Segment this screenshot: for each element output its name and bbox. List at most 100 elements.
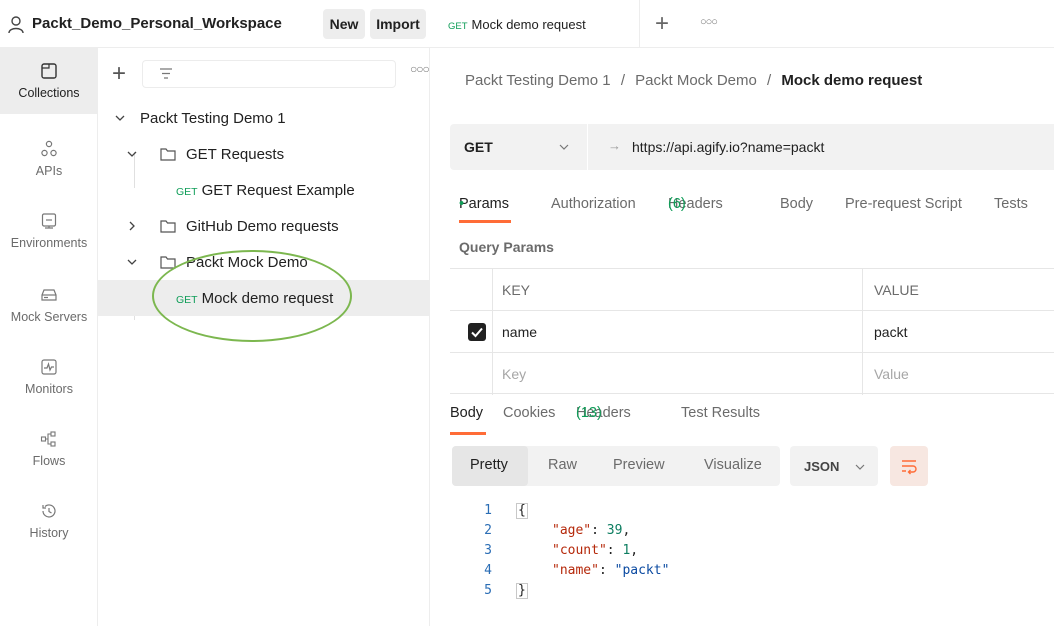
rail-label: Monitors [25, 382, 73, 396]
filter-search-input[interactable] [142, 60, 396, 88]
response-headers-count: (13) [576, 405, 602, 421]
query-params-title: Query Params [459, 239, 554, 255]
new-tab-button[interactable]: + [655, 10, 669, 38]
format-raw[interactable]: Raw [548, 457, 577, 473]
active-tab-underline [459, 220, 511, 223]
breadcrumb-sep: / [767, 72, 772, 89]
tab-label: Mock demo request [471, 16, 586, 32]
monitors-icon [41, 359, 57, 375]
rail-item-monitors[interactable]: Monitors [0, 344, 98, 410]
rail-item-collections[interactable]: Collections [0, 48, 98, 114]
format-toggle: Pretty Raw Preview Visualize [452, 446, 780, 486]
tab-tests[interactable]: Tests [994, 196, 1028, 212]
apis-icon [41, 140, 57, 157]
wrap-lines-button[interactable] [890, 446, 928, 486]
line-number: 2 [484, 523, 492, 538]
folder-name: GitHub Demo requests [186, 217, 339, 235]
code-line: "name": "packt" [552, 563, 670, 578]
collection-name: Packt Testing Demo 1 [140, 109, 286, 127]
format-visualize[interactable]: Visualize [704, 457, 762, 473]
filter-icon [160, 68, 172, 79]
breadcrumb-current: Mock demo request [781, 72, 923, 89]
active-response-tab-underline [450, 432, 486, 435]
chevron-down-icon [559, 144, 569, 150]
wrap-lines-icon [902, 460, 917, 475]
col-value-header: VALUE [874, 282, 919, 298]
new-key-input[interactable]: Key [502, 366, 526, 382]
add-collection-button[interactable]: + [112, 62, 126, 86]
code-line: "age": 39, [552, 523, 631, 538]
highlight-circle [152, 250, 352, 342]
method-badge: GET [448, 20, 468, 32]
params-dot: • [459, 196, 465, 212]
workspace-header: Packt_Demo_Personal_Workspace New Import [0, 0, 430, 48]
url-input[interactable]: https://api.agify.io?name=packt [632, 139, 824, 155]
tab-params-label: Params [459, 196, 509, 212]
chevron-down-icon [115, 115, 125, 121]
import-button[interactable]: Import [370, 9, 426, 39]
rail-label: Collections [18, 86, 80, 100]
method-badge: GET [176, 185, 198, 198]
user-icon [8, 16, 24, 34]
rail-item-flows[interactable]: Flows [0, 416, 98, 482]
rail-label: Flows [32, 454, 66, 468]
sidebar-rail: Collections APIs Environments Mock Serve… [0, 48, 98, 626]
param-key-field[interactable]: name [502, 324, 537, 340]
line-number: 4 [484, 563, 492, 578]
code-line: "count": 1, [552, 543, 639, 558]
tab-response-body[interactable]: Body [450, 405, 483, 421]
folder-icon [160, 220, 176, 233]
breadcrumb-folder[interactable]: Packt Mock Demo [635, 72, 757, 89]
language-select[interactable]: JSON [790, 446, 878, 486]
rail-label: Mock Servers [10, 310, 88, 324]
breadcrumb-collection[interactable]: Packt Testing Demo 1 [465, 72, 611, 89]
tab-mock-demo-request[interactable]: GET Mock demo request [444, 0, 640, 48]
collections-icon [41, 63, 57, 79]
brace-open: { [516, 503, 528, 519]
folder-name: GET Requests [186, 145, 285, 163]
code-line: { [516, 503, 528, 519]
rail-label: APIs [35, 164, 63, 178]
headers-count: (6) [668, 196, 686, 212]
chevron-down-icon [855, 464, 865, 470]
json-key: "count" [552, 543, 607, 558]
tab-test-results[interactable]: Test Results [681, 405, 760, 421]
json-value: "packt" [614, 563, 670, 578]
param-value-field[interactable]: packt [874, 324, 907, 340]
format-preview[interactable]: Preview [613, 457, 665, 473]
table-row-empty: Key Value [450, 352, 1054, 395]
method-select[interactable]: GET [450, 124, 588, 170]
language-value: JSON [804, 459, 840, 474]
tab-body[interactable]: Body [780, 196, 813, 212]
json-key: "age" [552, 523, 592, 538]
folder-row-github[interactable]: GitHub Demo requests [98, 208, 430, 244]
rail-item-apis[interactable]: APIs [0, 126, 98, 192]
breadcrumb-sep: / [620, 72, 625, 89]
col-key-header: KEY [502, 282, 531, 298]
request-name: GET Request Example [201, 181, 355, 199]
line-number: 5 [484, 583, 492, 598]
request-row-get-example[interactable]: GET GET Request Example [98, 172, 430, 208]
environments-icon [41, 213, 57, 229]
folder-row-get-requests[interactable]: GET Requests [98, 136, 430, 172]
flows-icon [40, 431, 56, 447]
rail-item-environments[interactable]: Environments [0, 198, 98, 264]
chevron-down-icon [127, 151, 137, 157]
table-header-row: KEY VALUE [450, 268, 1054, 311]
workspace-name[interactable]: Packt_Demo_Personal_Workspace [32, 15, 282, 32]
tab-more-icon[interactable]: ○○○ [700, 16, 718, 28]
history-icon [42, 504, 56, 518]
format-pretty[interactable]: Pretty [470, 457, 508, 473]
method-value: GET [464, 139, 493, 155]
new-button[interactable]: New [323, 9, 365, 39]
rail-item-history[interactable]: History [0, 488, 98, 554]
param-checkbox[interactable] [468, 323, 486, 341]
chevron-right-icon [129, 221, 135, 231]
rail-item-mock-servers[interactable]: Mock Servers [0, 272, 98, 338]
tab-prerequest-script[interactable]: Pre-request Script [845, 196, 962, 212]
new-value-input[interactable]: Value [874, 366, 909, 382]
more-options-icon[interactable]: ○○○ [410, 62, 430, 76]
tab-authorization[interactable]: Authorization [551, 196, 636, 212]
tab-cookies[interactable]: Cookies [503, 405, 555, 421]
collection-row[interactable]: Packt Testing Demo 1 [98, 100, 430, 136]
